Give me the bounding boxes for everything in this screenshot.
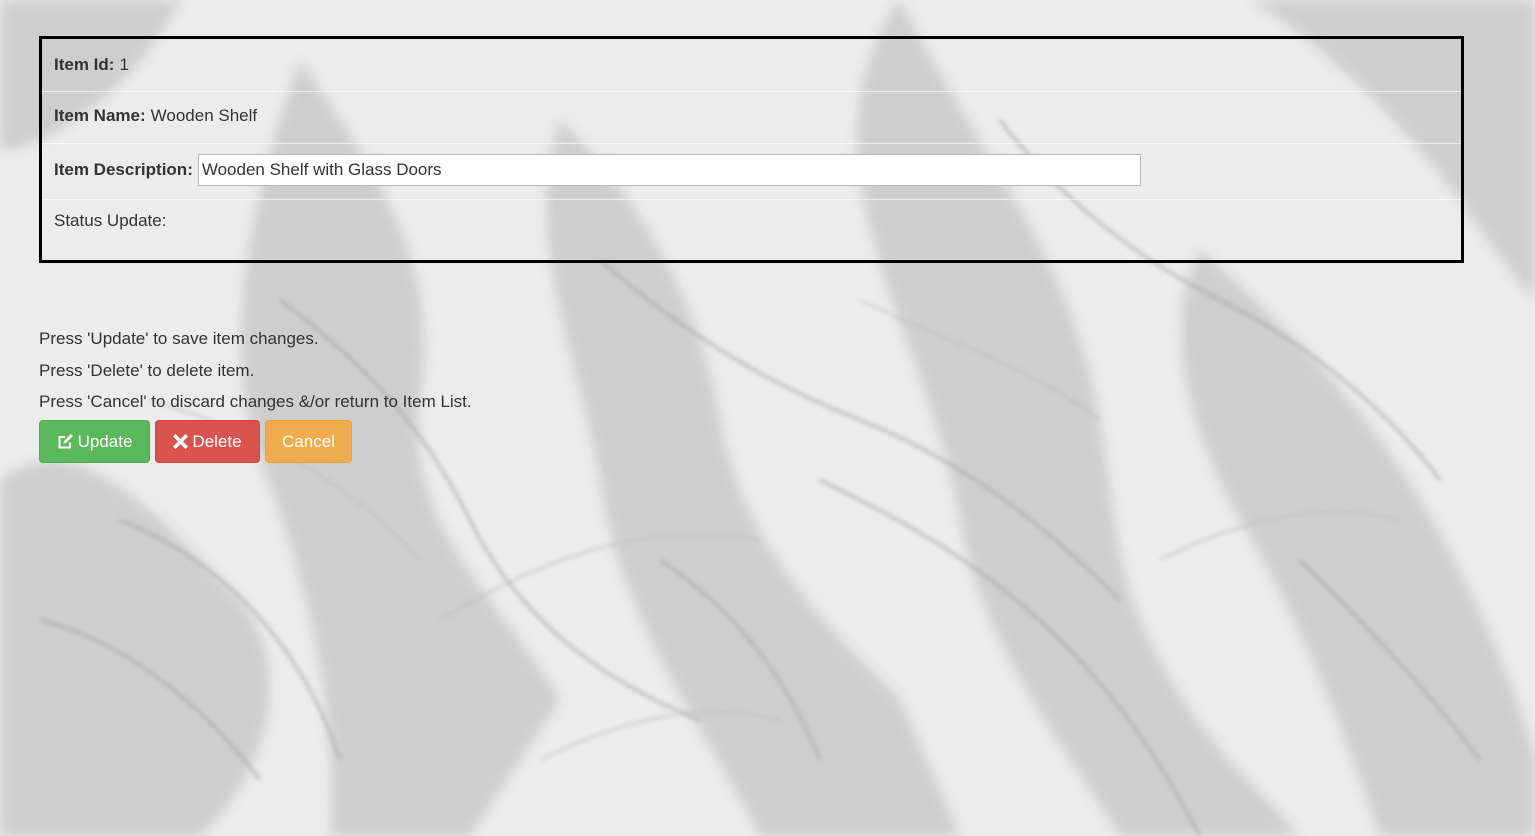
item-description-input[interactable] — [197, 154, 1141, 186]
cancel-button-label: Cancel — [282, 431, 335, 451]
delete-button-label: Delete — [192, 431, 242, 451]
instructions: Press 'Update' to save item changes. Pre… — [39, 323, 472, 418]
cancel-instruction: Press 'Cancel' to discard changes &/or r… — [39, 392, 472, 411]
row-divider — [42, 199, 1461, 200]
item-id-label: Item Id: — [54, 55, 115, 74]
row-divider — [42, 143, 1461, 144]
delete-instruction: Press 'Delete' to delete item. — [39, 360, 255, 380]
item-id-value: 1 — [119, 55, 129, 74]
item-id-row: Item Id: 1 — [54, 50, 1461, 80]
action-buttons: Update Delete Cancel — [39, 420, 357, 463]
status-update-label: Status Update: — [54, 211, 167, 230]
item-name-label: Item Name: — [54, 106, 146, 125]
close-icon — [173, 434, 189, 449]
item-name-value: Wooden Shelf — [150, 106, 258, 125]
edit-icon — [57, 433, 74, 450]
update-button[interactable]: Update — [39, 420, 150, 463]
update-instruction: Press 'Update' to save item changes. — [39, 329, 319, 348]
item-description-label: Item Description: — [54, 160, 193, 179]
item-description-row: Item Description: — [54, 154, 1461, 186]
delete-button[interactable]: Delete — [155, 420, 260, 463]
update-button-label: Update — [77, 431, 133, 451]
status-update-row: Status Update: — [54, 206, 1461, 236]
cancel-button[interactable]: Cancel — [265, 420, 352, 463]
item-details-panel: Item Id: 1 Item Name: Wooden Shelf Item … — [39, 36, 1464, 263]
row-divider — [42, 91, 1461, 92]
item-name-row: Item Name: Wooden Shelf — [54, 101, 1461, 131]
